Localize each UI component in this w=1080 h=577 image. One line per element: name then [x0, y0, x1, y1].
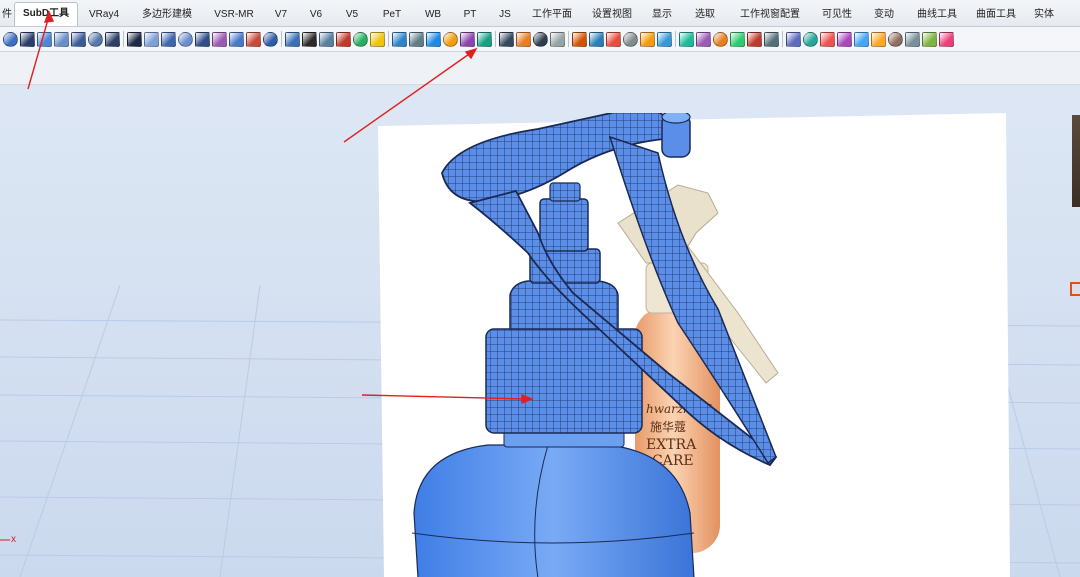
tab-4[interactable]: VSR-MR [204, 4, 264, 26]
toolbar-tool-16-icon[interactable] [285, 31, 300, 47]
ribbon-tab-bar: 件 SubD工具 VRay4 多边形建模 VSR-MR V7 V6 V5 PeT WB PT JS 工作… [0, 0, 1080, 27]
toolbar-separator [568, 31, 569, 47]
product-line-1: EXTRA [646, 437, 697, 453]
toolbar-tool-25-icon[interactable] [443, 31, 458, 47]
toolbar-tool-21-icon[interactable] [370, 31, 385, 47]
tab-10[interactable]: PT [452, 4, 488, 26]
tab-18[interactable]: 变动 [862, 4, 906, 26]
tab-0[interactable]: 件 [0, 4, 14, 26]
toolbar-separator [281, 31, 282, 47]
toolbar-tool-12-icon[interactable] [212, 31, 227, 47]
toolbar-tool-47-icon[interactable] [837, 31, 852, 47]
toolbar-tool-13-icon[interactable] [229, 31, 244, 47]
tab-17[interactable]: 可见性 [812, 4, 862, 26]
tab-14[interactable]: 显示 [642, 4, 682, 26]
toolbar-tool-7-icon[interactable] [127, 31, 142, 47]
command-strip [0, 52, 1080, 85]
toolbar-separator [675, 31, 676, 47]
toolbar-tool-34-icon[interactable] [606, 31, 621, 47]
toolbar-separator [388, 31, 389, 47]
toolbar-tool-2-icon[interactable] [37, 31, 52, 47]
toolbar-tool-49-icon[interactable] [871, 31, 886, 47]
tab-15[interactable]: 选取 [682, 4, 728, 26]
toolbar-tool-14-icon[interactable] [246, 31, 261, 47]
tab-5[interactable]: V7 [264, 4, 298, 26]
toolbar-tool-44-icon[interactable] [786, 31, 801, 47]
3d-viewport[interactable]: x hwarzkopf 施华蔻 EXTRA CARE [0, 85, 1080, 577]
tab-19[interactable]: 曲线工具 [906, 4, 968, 26]
toolbar-tool-10-icon[interactable] [178, 31, 193, 47]
toolbar-tool-51-icon[interactable] [905, 31, 920, 47]
tab-8[interactable]: PeT [370, 4, 414, 26]
toolbar-tool-15-icon[interactable] [263, 31, 278, 47]
toolbar-tool-26-icon[interactable] [460, 31, 475, 47]
viewport-marker [1070, 282, 1080, 296]
toolbar-tool-43-icon[interactable] [764, 31, 779, 47]
toolbar-tool-35-icon[interactable] [623, 31, 638, 47]
tab-2[interactable]: VRay4 [78, 4, 130, 26]
toolbar-tool-18-icon[interactable] [319, 31, 334, 47]
toolbar-tool-4-icon[interactable] [71, 31, 86, 47]
tab-9[interactable]: WB [414, 4, 452, 26]
toolbar-tool-52-icon[interactable] [922, 31, 937, 47]
toolbar-separator [123, 31, 124, 47]
tab-3[interactable]: 多边形建模 [130, 4, 204, 26]
tab-20[interactable]: 曲面工具 [968, 4, 1024, 26]
toolbar-tool-9-icon[interactable] [161, 31, 176, 47]
tab-1[interactable]: SubD工具 [14, 2, 78, 26]
toolbar-tool-45-icon[interactable] [803, 31, 818, 47]
toolbar-tool-33-icon[interactable] [589, 31, 604, 47]
toolbar-separator [495, 31, 496, 47]
toolbar-tool-53-icon[interactable] [939, 31, 954, 47]
toolbar-separator [782, 31, 783, 47]
toolbar-tool-31-icon[interactable] [550, 31, 565, 47]
toolbar-tool-20-icon[interactable] [353, 31, 368, 47]
tab-12[interactable]: 工作平面 [522, 4, 582, 26]
toolbar-tool-36-icon[interactable] [640, 31, 655, 47]
tab-6[interactable]: V6 [298, 4, 334, 26]
toolbar-tool-38-icon[interactable] [679, 31, 694, 47]
toolbar-tool-3-icon[interactable] [54, 31, 69, 47]
tab-13[interactable]: 设置视图 [582, 4, 642, 26]
toolbar-tool-48-icon[interactable] [854, 31, 869, 47]
toolbar-tool-39-icon[interactable] [696, 31, 711, 47]
toolbar-tool-11-icon[interactable] [195, 31, 210, 47]
toolbar-tool-0-icon[interactable] [3, 31, 18, 47]
x-axis-label: x [11, 534, 16, 545]
toolbar-tool-24-icon[interactable] [426, 31, 441, 47]
toolbar-tool-50-icon[interactable] [888, 31, 903, 47]
toolbar-tool-41-icon[interactable] [730, 31, 745, 47]
chinese-brand-text: 施华蔻 [650, 420, 686, 434]
reference-image-plane[interactable]: hwarzkopf 施华蔻 EXTRA CARE [378, 113, 1010, 577]
toolbar-tool-17-icon[interactable] [302, 31, 317, 47]
toolbar-tool-30-icon[interactable] [533, 31, 548, 47]
toolbar-tool-28-icon[interactable] [499, 31, 514, 47]
tab-21[interactable]: 实体 [1024, 4, 1064, 26]
toolbar-tool-27-icon[interactable] [477, 31, 492, 47]
toolbar-tool-1-icon[interactable] [20, 31, 35, 47]
viewport-thumbnail [1072, 115, 1080, 207]
toolbar-tool-19-icon[interactable] [336, 31, 351, 47]
toolbar-tool-32-icon[interactable] [572, 31, 587, 47]
tab-11[interactable]: JS [488, 4, 522, 26]
toolbar-tool-6-icon[interactable] [105, 31, 120, 47]
toolbar-tool-37-icon[interactable] [657, 31, 672, 47]
tab-7[interactable]: V5 [334, 4, 370, 26]
toolbar-tool-46-icon[interactable] [820, 31, 835, 47]
toolbar-tool-42-icon[interactable] [747, 31, 762, 47]
toolbar-tool-22-icon[interactable] [392, 31, 407, 47]
toolbar-tool-5-icon[interactable] [88, 31, 103, 47]
icon-toolbar [0, 27, 1080, 52]
tab-16[interactable]: 工作视窗配置 [728, 4, 812, 26]
toolbar-tool-40-icon[interactable] [713, 31, 728, 47]
toolbar-tool-8-icon[interactable] [144, 31, 159, 47]
toolbar-tool-23-icon[interactable] [409, 31, 424, 47]
toolbar-tool-29-icon[interactable] [516, 31, 531, 47]
